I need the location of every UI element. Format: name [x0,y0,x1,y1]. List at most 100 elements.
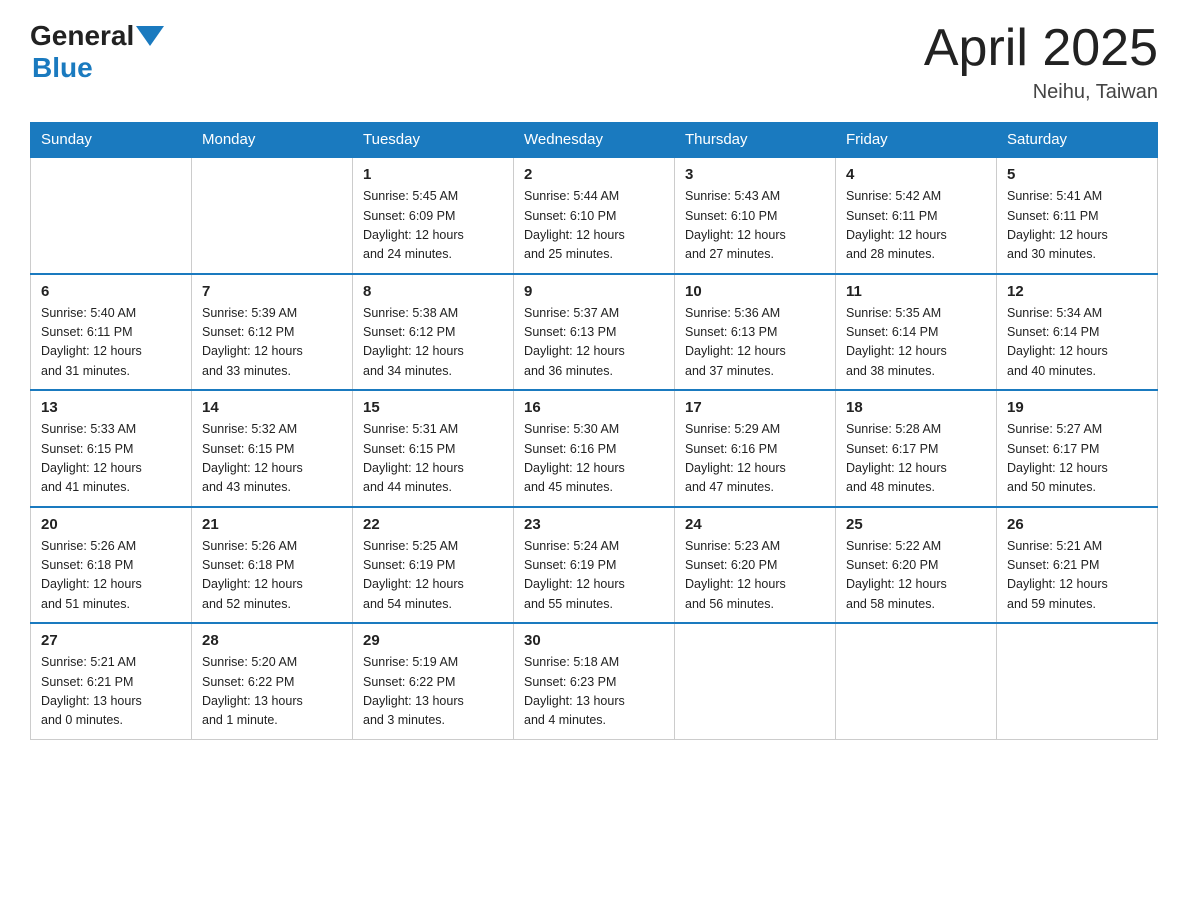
calendar-cell: 14 Sunrise: 5:32 AMSunset: 6:15 PMDayligh… [192,390,353,507]
calendar-cell [997,623,1158,739]
day-info: Sunrise: 5:44 AMSunset: 6:10 PMDaylight:… [524,187,664,265]
calendar-week-row: 20 Sunrise: 5:26 AMSunset: 6:18 PMDayligh… [31,507,1158,624]
day-info: Sunrise: 5:33 AMSunset: 6:15 PMDaylight:… [41,420,181,498]
day-number: 24 [685,516,825,533]
calendar-cell: 24 Sunrise: 5:23 AMSunset: 6:20 PMDayligh… [675,507,836,624]
calendar-cell: 25 Sunrise: 5:22 AMSunset: 6:20 PMDayligh… [836,507,997,624]
month-title: April 2025 [924,20,1158,77]
calendar-cell: 30 Sunrise: 5:18 AMSunset: 6:23 PMDayligh… [514,623,675,739]
calendar-cell: 15Sunrise: 5:31 AMSunset: 6:15 PMDayligh… [353,390,514,507]
day-info: Sunrise: 5:28 AMSunset: 6:17 PMDaylight:… [846,420,986,498]
day-number: 8 [363,283,503,300]
day-info: Sunrise: 5:25 AMSunset: 6:19 PMDaylight:… [363,537,503,615]
column-header-wednesday: Wednesday [514,123,675,158]
calendar-cell [675,623,836,739]
day-number: 19 [1007,399,1147,416]
day-number: 10 [685,283,825,300]
day-number: 20 [41,516,181,533]
day-number: 12 [1007,283,1147,300]
day-number: 17 [685,399,825,416]
day-number: 21 [202,516,342,533]
calendar-cell: 27 Sunrise: 5:21 AMSunset: 6:21 PMDayligh… [31,623,192,739]
day-number: 3 [685,166,825,183]
day-info: Sunrise: 5:35 AMSunset: 6:14 PMDaylight:… [846,304,986,382]
calendar-cell: 11Sunrise: 5:35 AMSunset: 6:14 PMDayligh… [836,274,997,391]
day-info: Sunrise: 5:29 AMSunset: 6:16 PMDaylight:… [685,420,825,498]
calendar-cell: 19 Sunrise: 5:27 AMSunset: 6:17 PMDayligh… [997,390,1158,507]
day-info: Sunrise: 5:40 AMSunset: 6:11 PMDaylight:… [41,304,181,382]
calendar-cell: 13 Sunrise: 5:33 AMSunset: 6:15 PMDayligh… [31,390,192,507]
calendar-cell: 12 Sunrise: 5:34 AMSunset: 6:14 PMDayligh… [997,274,1158,391]
day-info: Sunrise: 5:27 AMSunset: 6:17 PMDaylight:… [1007,420,1147,498]
calendar-cell: 28 Sunrise: 5:20 AMSunset: 6:22 PMDayligh… [192,623,353,739]
day-number: 14 [202,399,342,416]
day-number: 22 [363,516,503,533]
logo-triangle-icon [136,26,164,48]
day-number: 1 [363,166,503,183]
day-info: Sunrise: 5:31 AMSunset: 6:15 PMDaylight:… [363,420,503,498]
day-number: 9 [524,283,664,300]
calendar-week-row: 1 Sunrise: 5:45 AMSunset: 6:09 PMDaylight… [31,157,1158,274]
day-number: 13 [41,399,181,416]
calendar-cell [31,157,192,274]
day-info: Sunrise: 5:20 AMSunset: 6:22 PMDaylight:… [202,653,342,731]
day-info: Sunrise: 5:26 AMSunset: 6:18 PMDaylight:… [202,537,342,615]
day-number: 7 [202,283,342,300]
day-number: 29 [363,632,503,649]
column-header-sunday: Sunday [31,123,192,158]
day-number: 5 [1007,166,1147,183]
calendar-cell: 20Sunrise: 5:26 AMSunset: 6:18 PMDayligh… [31,507,192,624]
day-info: Sunrise: 5:34 AMSunset: 6:14 PMDaylight:… [1007,304,1147,382]
day-info: Sunrise: 5:19 AMSunset: 6:22 PMDaylight:… [363,653,503,731]
day-info: Sunrise: 5:21 AMSunset: 6:21 PMDaylight:… [1007,537,1147,615]
column-header-tuesday: Tuesday [353,123,514,158]
calendar-cell: 6 Sunrise: 5:40 AMSunset: 6:11 PMDaylight… [31,274,192,391]
day-info: Sunrise: 5:30 AMSunset: 6:16 PMDaylight:… [524,420,664,498]
calendar-cell: 9Sunrise: 5:37 AMSunset: 6:13 PMDaylight… [514,274,675,391]
calendar-cell: 7 Sunrise: 5:39 AMSunset: 6:12 PMDaylight… [192,274,353,391]
column-header-thursday: Thursday [675,123,836,158]
day-info: Sunrise: 5:21 AMSunset: 6:21 PMDaylight:… [41,653,181,731]
page-header: General Blue April 2025 Neihu, Taiwan [30,20,1158,104]
column-header-monday: Monday [192,123,353,158]
day-info: Sunrise: 5:38 AMSunset: 6:12 PMDaylight:… [363,304,503,382]
calendar-cell [192,157,353,274]
calendar-cell: 5 Sunrise: 5:41 AMSunset: 6:11 PMDaylight… [997,157,1158,274]
day-number: 28 [202,632,342,649]
day-number: 30 [524,632,664,649]
day-number: 2 [524,166,664,183]
calendar-cell: 10 Sunrise: 5:36 AMSunset: 6:13 PMDayligh… [675,274,836,391]
calendar-week-row: 6 Sunrise: 5:40 AMSunset: 6:11 PMDaylight… [31,274,1158,391]
day-info: Sunrise: 5:36 AMSunset: 6:13 PMDaylight:… [685,304,825,382]
calendar-cell: 4Sunrise: 5:42 AMSunset: 6:11 PMDaylight… [836,157,997,274]
day-info: Sunrise: 5:41 AMSunset: 6:11 PMDaylight:… [1007,187,1147,265]
logo-blue-text: Blue [32,52,93,83]
day-number: 18 [846,399,986,416]
calendar-header-row: SundayMondayTuesdayWednesdayThursdayFrid… [31,123,1158,158]
calendar-week-row: 27 Sunrise: 5:21 AMSunset: 6:21 PMDayligh… [31,623,1158,739]
logo: General Blue [30,20,164,84]
day-info: Sunrise: 5:18 AMSunset: 6:23 PMDaylight:… [524,653,664,731]
day-number: 27 [41,632,181,649]
day-number: 25 [846,516,986,533]
logo-general-text: General [30,20,134,52]
day-info: Sunrise: 5:23 AMSunset: 6:20 PMDaylight:… [685,537,825,615]
calendar-cell: 23 Sunrise: 5:24 AMSunset: 6:19 PMDayligh… [514,507,675,624]
day-number: 6 [41,283,181,300]
day-info: Sunrise: 5:24 AMSunset: 6:19 PMDaylight:… [524,537,664,615]
calendar-cell: 2 Sunrise: 5:44 AMSunset: 6:10 PMDaylight… [514,157,675,274]
calendar-cell: 18 Sunrise: 5:28 AMSunset: 6:17 PMDayligh… [836,390,997,507]
day-info: Sunrise: 5:45 AMSunset: 6:09 PMDaylight:… [363,187,503,265]
location-title: Neihu, Taiwan [924,81,1158,104]
column-header-saturday: Saturday [997,123,1158,158]
day-number: 23 [524,516,664,533]
day-info: Sunrise: 5:43 AMSunset: 6:10 PMDaylight:… [685,187,825,265]
day-number: 26 [1007,516,1147,533]
calendar-cell: 1 Sunrise: 5:45 AMSunset: 6:09 PMDaylight… [353,157,514,274]
day-info: Sunrise: 5:32 AMSunset: 6:15 PMDaylight:… [202,420,342,498]
calendar-cell [836,623,997,739]
day-info: Sunrise: 5:39 AMSunset: 6:12 PMDaylight:… [202,304,342,382]
calendar-cell: 17 Sunrise: 5:29 AMSunset: 6:16 PMDayligh… [675,390,836,507]
day-info: Sunrise: 5:22 AMSunset: 6:20 PMDaylight:… [846,537,986,615]
calendar-cell: 3 Sunrise: 5:43 AMSunset: 6:10 PMDaylight… [675,157,836,274]
